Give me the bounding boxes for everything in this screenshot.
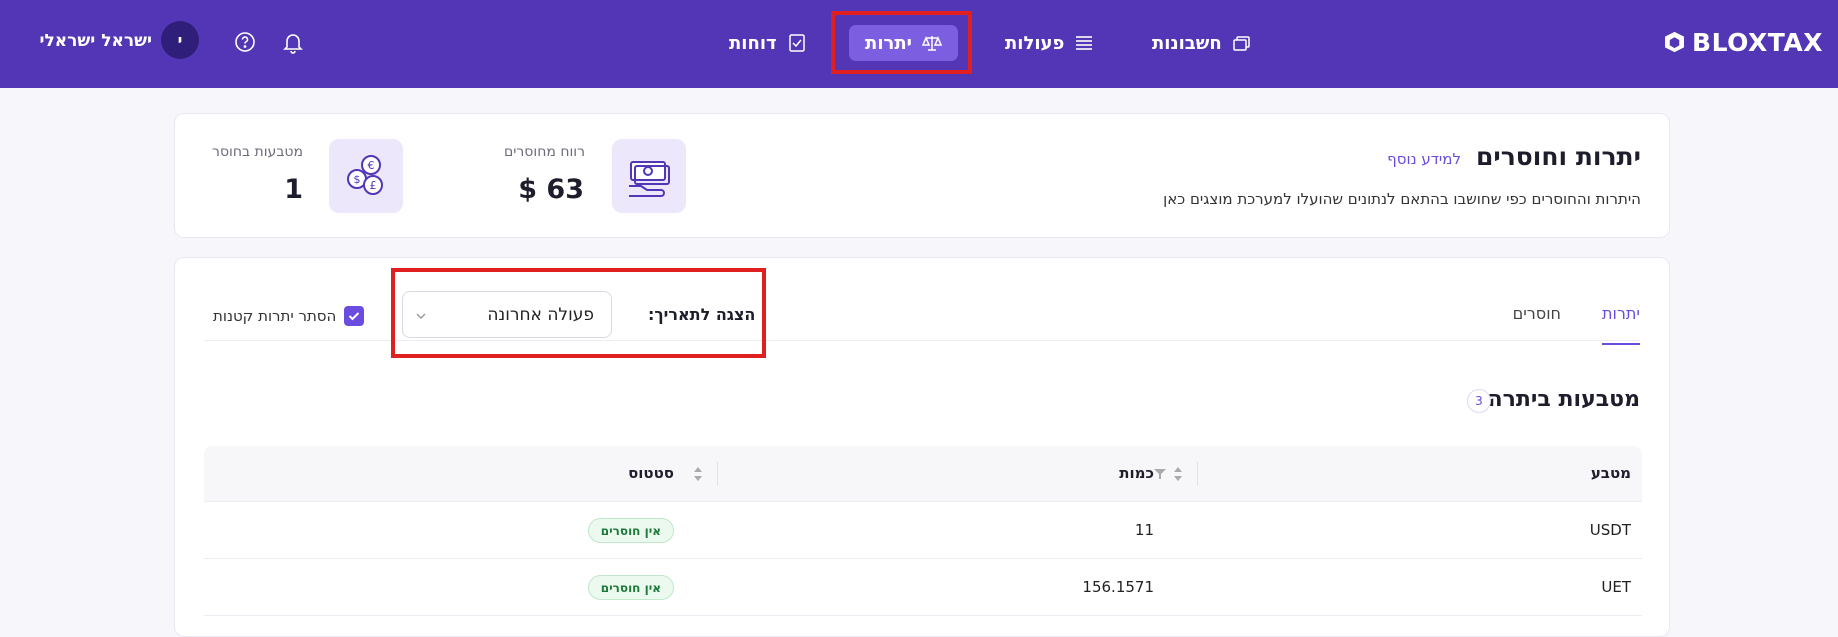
profit-value: $ 63	[518, 174, 584, 205]
nav-actions-label: פעולות	[1005, 32, 1065, 54]
logo-text: BLOXTAX	[1692, 27, 1823, 57]
page-subtitle: היתרות והחוסרים כפי שחושבו בהתאם לנתונים…	[1163, 190, 1641, 208]
logo[interactable]: BLOXTAX	[1663, 23, 1823, 61]
svg-text:$: $	[354, 173, 361, 186]
nav-actions[interactable]: פעולות	[1005, 25, 1094, 61]
table-row: UET 156.1571 אין חוסרים	[204, 559, 1642, 616]
page-title: יתרות וחוסרים	[1475, 142, 1641, 171]
cell-coin: UET	[1601, 578, 1631, 596]
coin-count-badge: 3	[1467, 389, 1491, 413]
missing-coins-label: מטבעות בחוסר	[212, 144, 303, 160]
section-title: מטבעות ביתרה	[1487, 387, 1640, 412]
filter-icon[interactable]	[1153, 468, 1167, 480]
user-name[interactable]: ישראל ישראלי	[39, 31, 152, 51]
table-row: USDT 11 אין חוסרים	[204, 502, 1642, 559]
learn-more-link[interactable]: למידע נוסף	[1387, 150, 1461, 168]
check-icon	[349, 312, 360, 321]
status-badge: אין חוסרים	[587, 575, 674, 600]
hide-small-checkbox[interactable]	[344, 306, 365, 326]
column-header-coin[interactable]: מטבע	[1591, 464, 1631, 482]
svg-text:€: €	[368, 159, 375, 172]
summary-card: יתרות וחוסרים למידע נוסף היתרות והחוסרים…	[174, 113, 1670, 238]
cell-amount: 156.1571	[1082, 578, 1154, 596]
profit-stat-icon-box	[612, 139, 686, 213]
coins-icon: € $ £	[347, 155, 383, 195]
missing-coins-value: 1	[284, 174, 303, 205]
report-icon	[788, 34, 805, 52]
sort-icon[interactable]	[692, 464, 704, 484]
help-icon[interactable]	[233, 30, 257, 54]
accounts-icon	[1233, 36, 1250, 51]
profit-label: רווח מחוסרים	[503, 144, 585, 160]
highlight-box-balances-nav	[831, 11, 972, 74]
column-separator	[717, 462, 718, 486]
cell-amount: 11	[1134, 521, 1154, 539]
hide-small-label: הסתר יתרות קטנות	[213, 307, 337, 325]
tab-balances[interactable]: יתרות	[1602, 304, 1640, 345]
column-header-status[interactable]: סטטוס	[628, 464, 674, 482]
column-header-amount[interactable]: כמות	[1119, 464, 1154, 482]
missing-stat-icon-box: € $ £	[329, 139, 403, 213]
cell-coin: USDT	[1589, 521, 1631, 539]
svg-text:£: £	[370, 179, 377, 192]
sort-icon[interactable]	[1172, 464, 1184, 484]
money-hand-icon	[629, 161, 670, 197]
list-icon	[1076, 36, 1093, 50]
column-separator	[1197, 462, 1198, 486]
status-badge: אין חוסרים	[587, 518, 674, 543]
avatar[interactable]: י	[161, 21, 199, 59]
hide-small-balances-toggle[interactable]: הסתר יתרות קטנות	[213, 306, 365, 326]
nav-accounts[interactable]: חשבונות	[1152, 25, 1252, 61]
table-header: מטבע כמות סטטוס	[204, 446, 1642, 502]
highlight-box-date-filter	[391, 268, 766, 358]
balances-table: מטבע כמות סטטוס USDT 11 אין חוסרים UET 1…	[204, 446, 1642, 616]
bloxtax-logo-icon	[1665, 31, 1684, 53]
tab-missing[interactable]: חוסרים	[1513, 304, 1561, 323]
nav-accounts-label: חשבונות	[1152, 32, 1222, 54]
bell-icon[interactable]	[281, 30, 305, 54]
nav-reports-label: דוחות	[729, 32, 777, 54]
nav-reports[interactable]: דוחות	[729, 25, 807, 61]
